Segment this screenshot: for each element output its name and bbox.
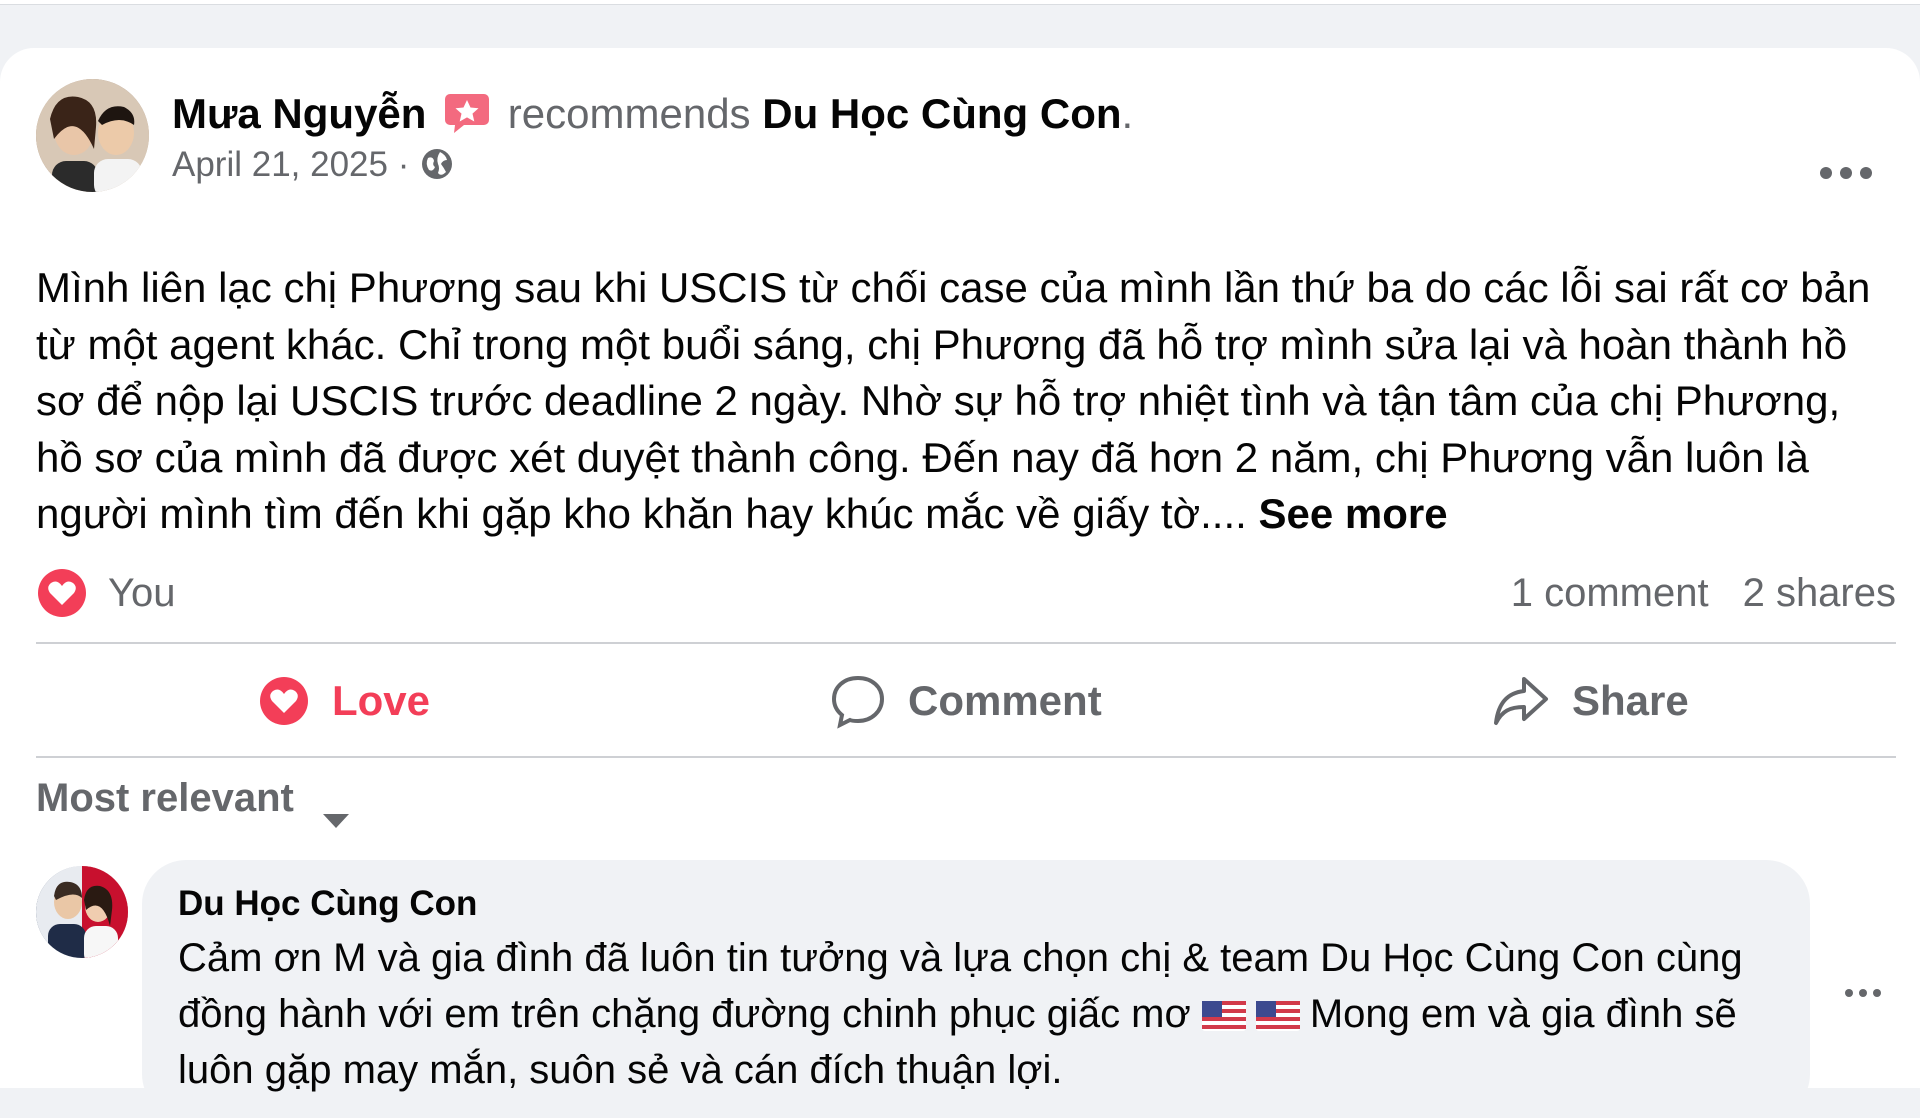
us-flag-icon xyxy=(1201,990,1246,1031)
divider-top xyxy=(36,642,1896,644)
reactions-summary: You 1 comment 2 shares xyxy=(36,563,1896,623)
comment-button[interactable]: Comment xyxy=(830,646,1102,756)
divider-bottom xyxy=(36,756,1896,758)
caret-down-icon xyxy=(321,790,351,829)
recommends-text: recommends xyxy=(507,90,751,137)
comment-bubble-icon xyxy=(831,675,885,729)
comment-bubble: Du Học Cùng Con Cảm ơn M và gia đình đã … xyxy=(142,860,1810,1118)
globe-icon[interactable] xyxy=(419,146,455,182)
love-icon xyxy=(260,677,308,725)
share-button[interactable]: Share xyxy=(1492,646,1689,756)
page-name-suffix: . xyxy=(1121,90,1134,137)
reactors-list[interactable]: You xyxy=(108,569,176,617)
post-options-icon[interactable] xyxy=(1818,165,1874,181)
comment-author[interactable]: Du Học Cùng Con xyxy=(178,882,477,926)
love-label: Love xyxy=(332,677,431,724)
love-button[interactable]: Love xyxy=(258,646,430,756)
love-reaction-icon[interactable] xyxy=(36,567,88,619)
post-actions: Love Comment Share xyxy=(36,646,1896,756)
sort-label: Most relevant xyxy=(36,776,294,820)
top-fan-badge-icon xyxy=(444,92,490,134)
post-body: Mình liên lạc chị Phương sau khi USCIS t… xyxy=(36,260,1896,543)
post-date[interactable]: April 21, 2025 xyxy=(172,145,388,184)
comment-count[interactable]: 1 comment xyxy=(1511,571,1709,615)
previous-post-edge xyxy=(0,0,1920,5)
recommended-page-name[interactable]: Du Học Cùng Con xyxy=(762,90,1121,137)
share-count[interactable]: 2 shares xyxy=(1743,571,1896,615)
us-flag-icon xyxy=(1255,990,1300,1031)
comment-body: Cảm ơn M và gia đình đã luôn tin tưởng v… xyxy=(178,930,1788,1098)
author-avatar[interactable] xyxy=(36,79,149,192)
author-name[interactable]: Mưa Nguyễn xyxy=(172,90,426,137)
engagement-counts: 1 comment 2 shares xyxy=(1511,569,1896,617)
post-body-text: Mình liên lạc chị Phương sau khi USCIS t… xyxy=(36,264,1871,537)
post-meta: April 21, 2025 · xyxy=(172,143,455,187)
post-card: Mưa Nguyễn recommends Du Học Cùng Con. A… xyxy=(0,48,1920,1118)
share-label: Share xyxy=(1572,677,1689,724)
post-header: Mưa Nguyễn recommends Du Học Cùng Con. xyxy=(172,88,1133,140)
comment-options-icon[interactable] xyxy=(1844,986,1882,998)
comment-sort-dropdown[interactable]: Most relevant xyxy=(36,770,351,829)
share-arrow-icon xyxy=(1494,677,1548,725)
see-more-link[interactable]: See more xyxy=(1258,490,1447,537)
comment-label: Comment xyxy=(908,677,1102,724)
meta-separator: · xyxy=(397,145,410,184)
commenter-avatar[interactable] xyxy=(36,866,128,958)
